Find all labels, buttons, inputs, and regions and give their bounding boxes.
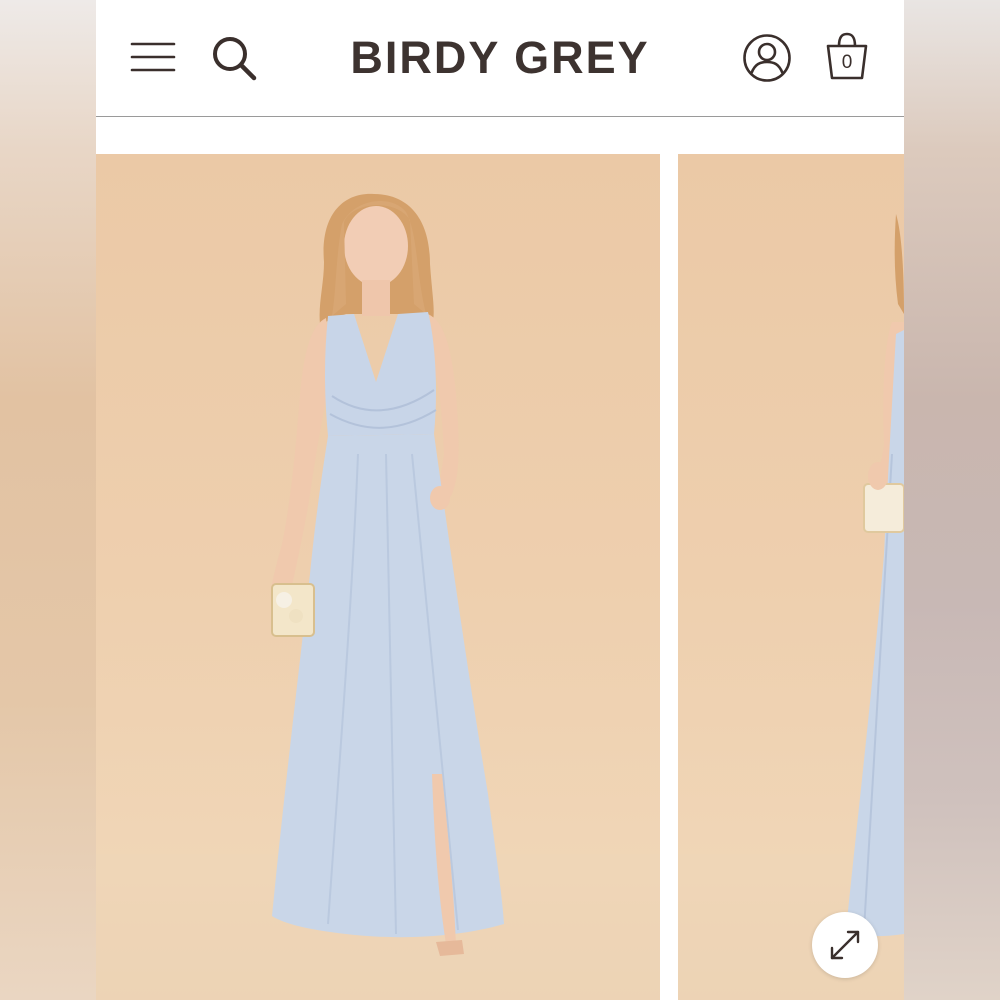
background-blur-right (904, 0, 1000, 1000)
hamburger-menu-icon[interactable] (130, 36, 176, 76)
model-photo-side (678, 214, 904, 1000)
model-photo-front (96, 193, 660, 1000)
expand-image-button[interactable] (812, 912, 878, 978)
expand-arrows-icon (830, 930, 860, 960)
brand-logo[interactable]: BIRDY GREY (320, 32, 680, 84)
site-header: BIRDY GREY 0 (96, 0, 904, 116)
header-divider (96, 116, 904, 117)
background-blur-left (0, 0, 96, 1000)
product-image-front[interactable] (96, 154, 660, 1000)
cart-count-badge: 0 (841, 52, 853, 73)
search-icon[interactable] (210, 34, 258, 82)
product-image-gallery[interactable] (96, 154, 904, 1000)
mobile-screen: BIRDY GREY 0 (96, 0, 904, 1000)
product-image-side[interactable] (678, 154, 904, 1000)
user-account-icon[interactable] (742, 33, 792, 83)
